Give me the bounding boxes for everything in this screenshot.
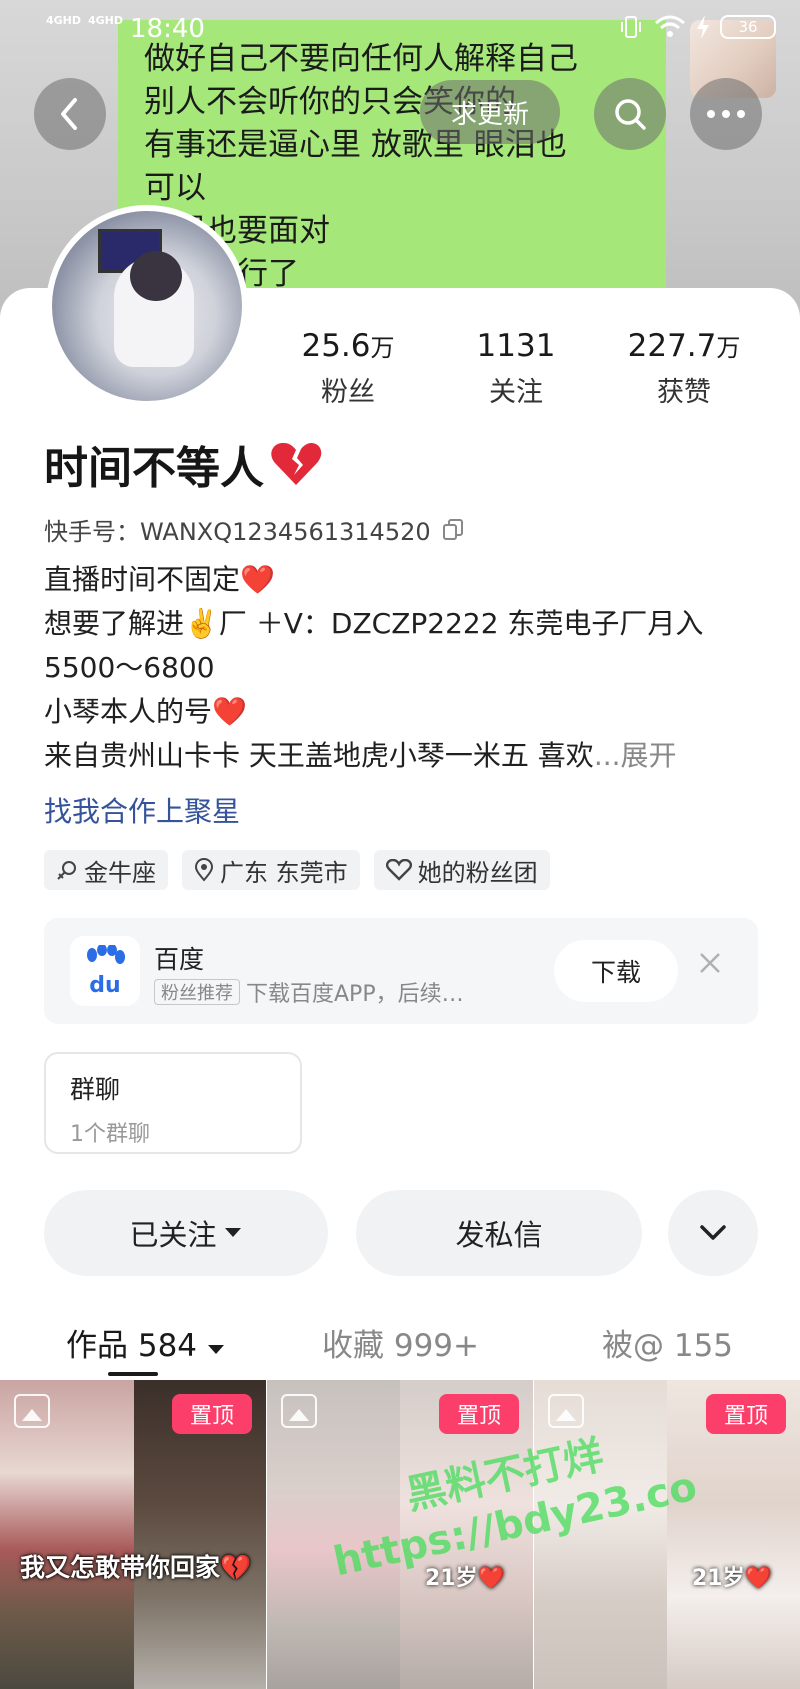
location-pin-icon <box>194 858 214 882</box>
profile-bio: 直播时间不固定❤️ 想要了解进✌️厂 ＋V：DZCZP2222 东莞电子厂月入 … <box>44 558 703 778</box>
charging-icon <box>697 15 709 39</box>
stat-fans[interactable]: 25.6万 粉丝 <box>268 328 428 409</box>
work-item[interactable]: 置顶 21岁❤️ <box>267 1380 533 1689</box>
avatar-detail <box>130 251 182 301</box>
work-caption: 21岁❤️ <box>424 1566 505 1591</box>
work-caption: 我又怎敢带你回家💔 <box>20 1553 252 1582</box>
stat-label: 粉丝 <box>321 377 375 408</box>
bio-line: 5500～6800 <box>44 651 215 684</box>
user-id: 快手号：WANXQ1234561314520 <box>44 512 465 547</box>
ad-banner[interactable]: du 百度 粉丝推荐 下载百度APP，后续… 下载 <box>44 918 758 1024</box>
stat-value: 227.7万 <box>627 328 741 364</box>
more-button[interactable] <box>690 78 762 150</box>
work-item[interactable]: 置顶 我又怎敢带你回家💔 <box>0 1380 266 1689</box>
profile-name-text: 时间不等人 <box>44 443 264 494</box>
wifi-icon <box>655 15 685 37</box>
photo-set-icon <box>548 1394 584 1428</box>
vibrate-icon <box>621 16 641 38</box>
female-icon <box>57 861 76 880</box>
chevron-left-icon <box>61 98 77 130</box>
status-bar: 4GHD 4GHD 18:40 36 <box>0 0 800 62</box>
follow-button[interactable]: 已关注 <box>44 1190 328 1276</box>
ad-badge: 粉丝推荐 <box>154 979 240 1005</box>
bio-line-text: 来自贵州山卡卡 天王盖地虎小琴一米五 喜欢 <box>44 739 594 772</box>
ad-description: 下载百度APP，后续… <box>246 982 464 1007</box>
stat-following[interactable]: 1131 关注 <box>436 328 596 409</box>
caret-down-icon <box>224 1228 241 1237</box>
search-icon <box>615 99 646 130</box>
cover-note-line: 有事还是逼心里 放歌里 眼泪也 <box>144 127 567 163</box>
expand-more-button[interactable] <box>668 1190 758 1276</box>
ad-subtitle: 粉丝推荐 下载百度APP，后续… <box>154 976 464 1008</box>
request-update-button[interactable]: 求更新 <box>420 80 560 144</box>
tag-label: 金牛座 <box>84 858 156 887</box>
tab-favorites[interactable]: 收藏 999+ <box>322 1320 479 1365</box>
stat-value: 25.6万 <box>301 328 395 364</box>
search-button[interactable] <box>594 78 666 150</box>
tab-label: 作品 584 <box>66 1328 198 1364</box>
bio-line: 直播时间不固定❤️ <box>44 563 275 596</box>
ad-brand: 百度 <box>154 945 205 974</box>
stat-likes[interactable]: 227.7万 获赞 <box>604 328 764 409</box>
baidu-logo-icon: du <box>70 936 140 1006</box>
message-button[interactable]: 发私信 <box>356 1190 642 1276</box>
ad-download-button[interactable]: 下载 <box>554 940 678 1002</box>
baidu-logo-text: du <box>89 972 121 998</box>
bio-line: 来自贵州山卡卡 天王盖地虎小琴一米五 喜欢...展开 <box>44 734 703 778</box>
content-tabs: 作品 584 收藏 999+ 被@ 155 <box>0 1310 800 1380</box>
paw-icon <box>87 944 125 964</box>
signal-indicator: 4GHD <box>46 14 82 27</box>
caret-down-icon <box>207 1345 224 1354</box>
pinned-badge: 置顶 <box>439 1394 519 1434</box>
works-grid: 置顶 我又怎敢带你回家💔 置顶 21岁❤️ 置顶 21岁❤️ <box>0 1380 800 1689</box>
battery-icon: 36 <box>720 15 776 39</box>
bio-line: 小琴本人的号❤️ <box>44 695 247 728</box>
back-button[interactable] <box>34 78 106 150</box>
signal-indicator: 4GHD <box>88 14 124 27</box>
cover-note-line: 别人不会听你的只会笑你的 <box>144 84 516 120</box>
cover-note-line: 可以 <box>144 170 206 206</box>
photo-set-icon <box>14 1394 50 1428</box>
bio-line: 想要了解进✌️厂 ＋V：DZCZP2222 东莞电子厂月入 <box>44 607 704 640</box>
profile-tags: 金牛座 广东 东莞市 她的粉丝团 <box>44 850 550 890</box>
group-chat-title: 群聊 <box>70 1075 121 1104</box>
close-icon[interactable] <box>698 948 722 983</box>
copy-icon[interactable] <box>441 518 465 542</box>
status-icons: 36 <box>618 14 776 40</box>
tab-underline <box>108 1372 158 1376</box>
pinned-badge: 置顶 <box>172 1394 252 1434</box>
user-id-text: 快手号：WANXQ1234561314520 <box>44 518 431 546</box>
tag-location[interactable]: 广东 东莞市 <box>182 850 360 890</box>
group-chat-card[interactable]: 群聊 1个群聊 <box>44 1052 302 1154</box>
tag-label: 广东 东莞市 <box>220 858 348 887</box>
heart-outline-icon <box>385 859 412 881</box>
tab-mentions[interactable]: 被@ 155 <box>602 1320 733 1365</box>
work-caption: 21岁❤️ <box>691 1566 772 1591</box>
tab-works[interactable]: 作品 584 <box>66 1320 225 1365</box>
profile-name: 时间不等人 <box>44 432 322 496</box>
broken-heart-icon <box>271 442 322 485</box>
chevron-down-icon <box>700 1225 726 1240</box>
stat-label: 获赞 <box>657 377 711 408</box>
cooperation-link[interactable]: 找我合作上聚星 <box>44 790 240 830</box>
more-dots-icon <box>707 110 745 118</box>
tag-fan-club[interactable]: 她的粉丝团 <box>373 850 550 890</box>
stat-value: 1131 <box>476 328 556 364</box>
pinned-badge: 置顶 <box>706 1394 786 1434</box>
expand-bio-link[interactable]: ...展开 <box>594 739 677 772</box>
work-item[interactable]: 置顶 21岁❤️ <box>534 1380 800 1689</box>
photo-set-icon <box>281 1394 317 1428</box>
tag-label: 她的粉丝团 <box>417 858 538 887</box>
group-chat-count: 1个群聊 <box>70 1122 150 1147</box>
follow-button-label: 已关注 <box>129 1218 217 1252</box>
avatar[interactable] <box>46 205 248 407</box>
status-time: 18:40 <box>130 14 205 44</box>
stat-label: 关注 <box>489 377 543 408</box>
tag-zodiac[interactable]: 金牛座 <box>44 850 168 890</box>
